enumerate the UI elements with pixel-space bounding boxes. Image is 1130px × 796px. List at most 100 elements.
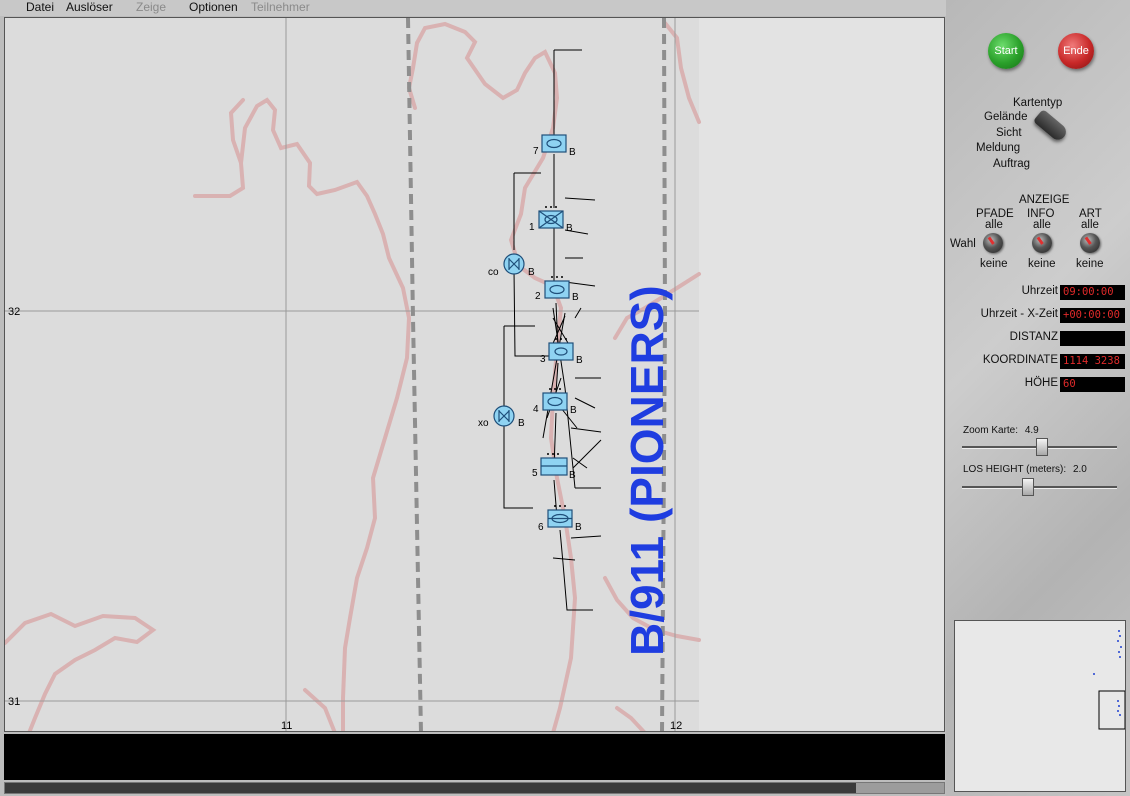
end-button[interactable]: Ende: [1058, 33, 1094, 69]
xzeit-display: +00:00:00: [1060, 308, 1125, 323]
echelon-dot: [554, 388, 556, 390]
echelon-dot: [552, 453, 554, 455]
uhrzeit-label: Uhrzeit: [1021, 285, 1058, 297]
menu-teilnehmer[interactable]: Teilnehmer: [251, 0, 310, 15]
overview-viewport[interactable]: [1098, 690, 1125, 730]
unit-7-number: 7: [533, 146, 539, 157]
koordinate-label: KOORDINATE: [982, 354, 1058, 366]
menu-zeige[interactable]: Zeige: [136, 0, 166, 15]
unit-5-symbol[interactable]: [540, 457, 568, 476]
art-keine: keine: [1076, 258, 1104, 270]
hoehe-display: 60: [1060, 377, 1125, 392]
wahl-label: Wahl: [950, 238, 976, 250]
menu-datei[interactable]: Datei: [26, 0, 54, 15]
los-slider-thumb[interactable]: [1022, 478, 1035, 496]
koordinate-display: 1114 3238: [1060, 354, 1125, 369]
unit-co-number: co: [488, 267, 499, 278]
echelon-dot: [555, 338, 557, 340]
overview-canvas[interactable]: [955, 621, 1125, 791]
overview-dot: [1117, 640, 1119, 642]
distanz-display: [1060, 331, 1125, 346]
kartentyp-option-auftrag[interactable]: Auftrag: [993, 158, 1030, 170]
menu-ausloeser[interactable]: Auslöser: [66, 0, 113, 15]
menu-optionen[interactable]: Optionen: [189, 0, 238, 15]
echelon-dot: [545, 206, 547, 208]
echelon-dot: [547, 453, 549, 455]
unit-2-suffix: B: [572, 292, 579, 303]
overview-dot: [1118, 630, 1120, 632]
unit-1-suffix: B: [566, 223, 573, 234]
unit-xo-number: xo: [478, 418, 489, 429]
los-label: LOS HEIGHT (meters): 2.0: [963, 464, 1087, 475]
grid-label-31: 31: [8, 696, 20, 708]
overview-unit-dots: [1093, 630, 1122, 716]
uhrzeit-display: 09:00:00: [1060, 285, 1125, 300]
start-button[interactable]: Start: [988, 33, 1024, 69]
pfade-alle: alle: [985, 219, 1003, 231]
echelon-dot: [555, 206, 557, 208]
horizontal-scrollbar[interactable]: [4, 782, 945, 794]
zoom-slider-thumb[interactable]: [1036, 438, 1049, 456]
kartentyp-rotary-knob[interactable]: [1032, 108, 1070, 144]
overview-dot: [1119, 635, 1121, 637]
unit-co-symbol[interactable]: [503, 253, 525, 275]
overview-dot: [1120, 646, 1122, 648]
zoom-label-text: Zoom Karte:: [963, 425, 1019, 436]
message-console: [4, 734, 945, 780]
kartentyp-option-gelaende[interactable]: Gelände: [984, 111, 1027, 123]
los-value: 2.0: [1072, 464, 1087, 475]
unit-2-number: 2: [535, 291, 541, 302]
scrollbar-thumb[interactable]: [856, 783, 944, 793]
menu-bar: Datei Auslöser Zeige Optionen Teilnehmer: [0, 0, 946, 16]
unit-6-suffix: B: [575, 522, 582, 533]
pfade-keine: keine: [980, 258, 1008, 270]
hoehe-label: HÖHE: [1024, 377, 1058, 389]
grid-label-12: 12: [670, 720, 682, 732]
overview-dot: [1117, 700, 1119, 702]
los-slider-track[interactable]: [962, 486, 1117, 489]
echelon-dot: [561, 276, 563, 278]
map-canvas[interactable]: 11 12 32 31 7 B 1 B 2 B 3 B 4 B 5 B 6 B …: [5, 18, 945, 732]
echelon-dot: [557, 453, 559, 455]
unit-3-symbol[interactable]: [548, 342, 574, 361]
info-keine: keine: [1028, 258, 1056, 270]
unit-1-symbol[interactable]: [538, 210, 564, 229]
kartentyp-title: Kartentyp: [1013, 97, 1063, 109]
overview-dot: [1118, 651, 1120, 653]
unit-7-symbol[interactable]: [541, 134, 567, 153]
map-loaded-area: [5, 18, 699, 731]
unit-3-number: 3: [540, 354, 546, 365]
echelon-dot: [556, 276, 558, 278]
unit-6-number: 6: [538, 522, 544, 533]
zoom-value: 4.9: [1024, 425, 1039, 436]
unit-xo-suffix: B: [518, 418, 525, 429]
overview-dot: [1093, 673, 1095, 675]
unit-4-symbol[interactable]: [542, 392, 568, 411]
kartentyp-option-sicht[interactable]: Sicht: [996, 127, 1022, 139]
distanz-label: DISTANZ: [1009, 331, 1058, 343]
overview-dot: [1117, 710, 1119, 712]
unit-xo-symbol[interactable]: [493, 405, 515, 427]
info-knob[interactable]: [1032, 233, 1052, 253]
overview-map[interactable]: [954, 620, 1126, 792]
overview-dot: [1119, 714, 1121, 716]
echelon-dot: [560, 338, 562, 340]
control-panel: Start Ende Kartentyp Gelände Sicht Meldu…: [946, 0, 1130, 796]
pfade-knob[interactable]: [983, 233, 1003, 253]
xzeit-label: Uhrzeit - X-Zeit: [980, 308, 1058, 320]
art-knob[interactable]: [1080, 233, 1100, 253]
unit-2-symbol[interactable]: [544, 280, 570, 299]
echelon-dot: [550, 206, 552, 208]
echelon-dot: [564, 505, 566, 507]
art-alle: alle: [1081, 219, 1099, 231]
unit-5-suffix: B: [569, 470, 576, 481]
kartentyp-option-meldung[interactable]: Meldung: [976, 142, 1020, 154]
overview-dot: [1118, 705, 1120, 707]
zoom-label: Zoom Karte: 4.9: [963, 425, 1039, 436]
echelon-dot: [551, 276, 553, 278]
unit-4-suffix: B: [570, 405, 577, 416]
echelon-dot: [565, 338, 567, 340]
unit-6-symbol[interactable]: [547, 509, 573, 528]
tactical-map[interactable]: 11 12 32 31 7 B 1 B 2 B 3 B 4 B 5 B 6 B …: [4, 17, 945, 732]
unit-title: B/911 (PIONERS): [621, 285, 673, 656]
